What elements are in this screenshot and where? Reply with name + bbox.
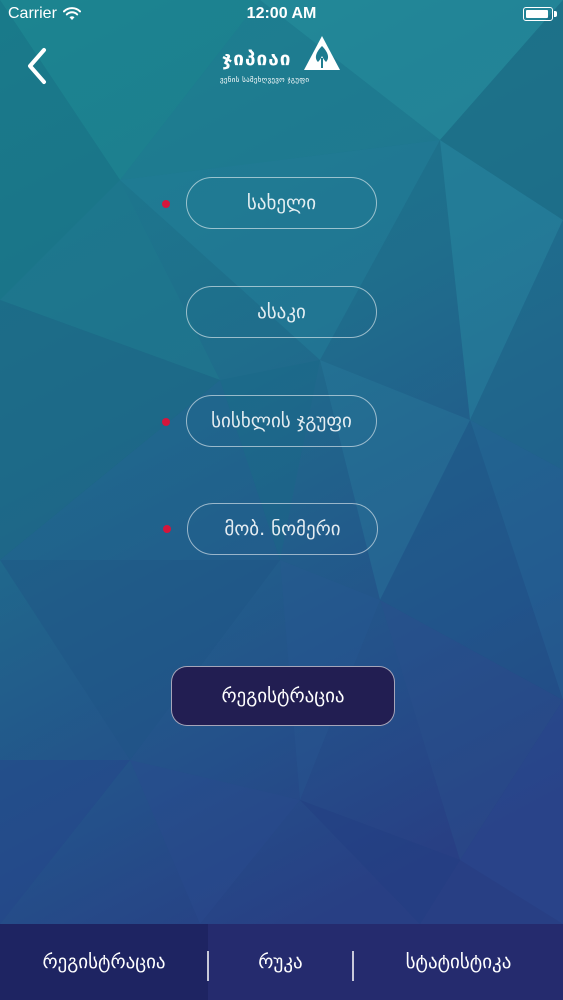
required-marker-icon (163, 525, 171, 533)
battery-icon (523, 7, 557, 21)
required-marker-icon (162, 418, 170, 426)
register-button[interactable]: რეგისტრაცია (171, 666, 395, 726)
app-logo: ჯიპიაი ვენის სამეხღვევო ჯგუფი (220, 34, 342, 90)
logo-title: ჯიპიაი (222, 48, 292, 70)
tab-registration[interactable]: რეგისტრაცია (0, 924, 208, 1000)
tab-map[interactable]: რუკა (209, 924, 352, 1000)
age-input[interactable] (187, 300, 376, 324)
phone-number-field[interactable] (187, 503, 378, 555)
name-input[interactable] (187, 191, 376, 215)
back-button[interactable] (18, 44, 58, 88)
tab-statistics[interactable]: სტატისტიკა (354, 924, 563, 1000)
age-field[interactable] (186, 286, 377, 338)
status-bar: Carrier 12:00 AM (0, 0, 563, 30)
chevron-left-icon (28, 48, 46, 84)
polygon-background (0, 0, 563, 1000)
logo-subtitle: ვენის სამეხღვევო ჯგუფი (220, 76, 310, 84)
tab-bar: რეგისტრაცია რუკა სტატისტიკა (0, 924, 563, 1000)
status-time: 12:00 AM (246, 5, 317, 22)
name-field[interactable] (186, 177, 377, 229)
tree-triangle-icon (304, 36, 340, 70)
phone-number-input[interactable] (188, 517, 377, 541)
blood-group-input[interactable] (187, 409, 376, 433)
required-marker-icon (162, 200, 170, 208)
battery-level (526, 10, 548, 18)
blood-group-field[interactable] (186, 395, 377, 447)
